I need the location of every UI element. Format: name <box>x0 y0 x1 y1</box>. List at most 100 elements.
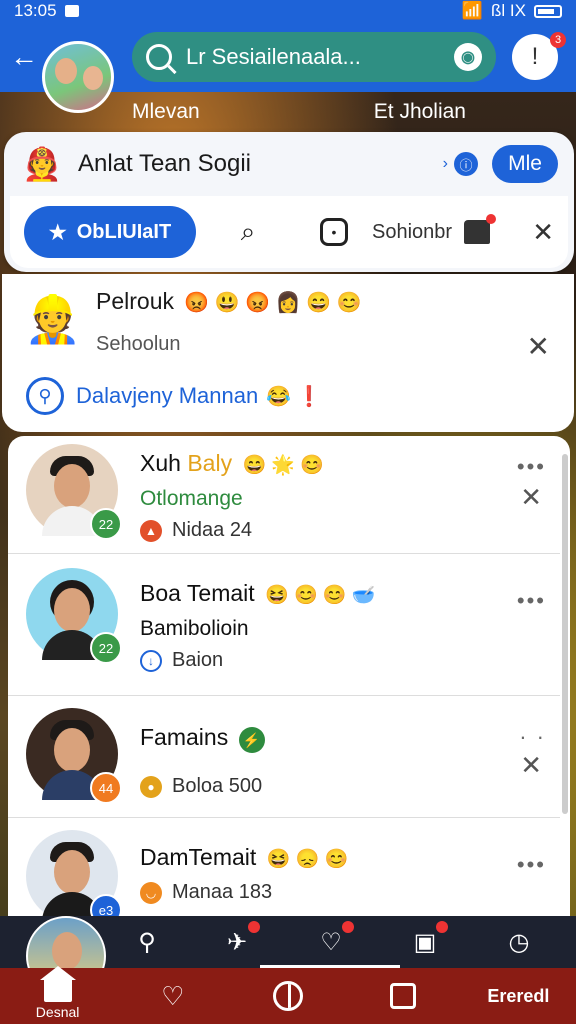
notice-subtitle: Sehoolun <box>96 333 181 355</box>
header-label-left: Mlevan <box>132 100 200 123</box>
lightbulb-icon: ● <box>140 775 162 798</box>
chevron-right-icon[interactable]: › <box>443 155 448 173</box>
nav-square[interactable] <box>353 968 453 1024</box>
contact-avatar[interactable]: 22 <box>26 444 122 540</box>
heart-icon: ♡ <box>161 980 185 1011</box>
contact-row[interactable]: 22 Xuh Baly 😄 🌟 😊 Otlomange ▲ Nidaa 24 •… <box>8 436 560 554</box>
contact-emojis: 😄 🌟 😊 <box>242 455 324 476</box>
contact-avatar[interactable]: 44 <box>26 708 122 804</box>
close-icon[interactable]: ✕ <box>520 482 542 513</box>
contact-avatar[interactable]: 22 <box>26 568 122 664</box>
contact-status: Bamibolioin <box>140 617 249 640</box>
group-name: Anlat Tean Sogii <box>78 150 252 177</box>
nav-favorites[interactable]: ♡ <box>123 968 223 1024</box>
square-icon <box>390 983 417 1009</box>
home-badge-icon[interactable] <box>464 214 497 244</box>
status-bar: 13:05 📶 ßl IX <box>0 0 576 22</box>
notice-link-emoji: 😂 ❗ <box>266 385 322 408</box>
megaphone-icon[interactable]: ✈ <box>222 921 260 957</box>
group-card: 🧑‍🚒 Anlat Tean Sogii › ⓘ Mle ★ ObLIUIaIT… <box>4 132 574 272</box>
battery-icon <box>534 4 562 18</box>
contact-badge: 44 <box>90 772 122 804</box>
nav-right-label: Ereredl <box>487 985 550 1006</box>
quick-tray: ⚲ ✈ ♡ ▣ ◷ <box>0 916 576 996</box>
app-bar: ← Lr Sesiailenaala... ◉ ! 3 <box>0 22 576 113</box>
status-right-text: ßl IX <box>491 1 526 20</box>
contact-name: DamTemait <box>140 844 257 870</box>
clock: 13:05 <box>14 1 57 20</box>
contact-name-highlight: Baly <box>187 450 233 476</box>
more-options-icon[interactable]: · · <box>519 724 546 750</box>
nav-home-label: Desnal <box>35 1004 80 1020</box>
bottom-nav: Desnal ♡ Ereredl <box>0 966 576 1024</box>
info-circle-icon[interactable]: ⓘ <box>454 152 478 176</box>
primary-action-button[interactable]: ★ ObLIUIaIT <box>24 206 196 258</box>
header-label-right: Et Jholian <box>373 100 466 123</box>
contact-emojis: ⚡ <box>238 727 265 753</box>
smile-icon: ◡ <box>140 881 162 904</box>
search-icon <box>146 44 172 70</box>
chat-box-icon[interactable]: • <box>320 218 348 246</box>
secondary-action-label[interactable]: Sohionbr <box>372 221 452 244</box>
search-input[interactable]: Lr Sesiailenaala... <box>186 44 454 70</box>
star-icon: ★ <box>48 221 67 244</box>
notification-badge: 3 <box>550 32 566 48</box>
avatar-face <box>55 58 77 84</box>
mic-icon[interactable]: ◉ <box>454 43 482 71</box>
search-icon[interactable]: ⚲ <box>132 927 162 957</box>
group-emoji-icon: 🧑‍🚒 <box>22 146 62 182</box>
info-icon: ! <box>531 43 539 70</box>
header-sublabels: Mlevan Et Jholian <box>0 92 576 132</box>
contact-name: Xuh <box>140 450 181 476</box>
contact-meta: Nidaa 24 <box>172 519 253 541</box>
contact-badge: 22 <box>90 632 122 664</box>
timer-icon: ↓ <box>140 649 162 672</box>
notice-link[interactable]: ⚲ Dalavjeny Mannan 😂 ❗ <box>26 377 550 415</box>
contact-meta: Manaa 183 <box>172 881 273 903</box>
contact-name: Boa Temait <box>140 580 255 606</box>
nav-right[interactable]: Ereredl <box>468 968 568 1024</box>
notice-link-text: Dalavjeny Mannan <box>76 383 259 408</box>
clock-icon[interactable]: ◷ <box>504 927 534 957</box>
location-pin-icon: ⚲ <box>26 377 64 415</box>
nav-home[interactable]: Desnal <box>8 966 108 1024</box>
notification-icon <box>64 5 79 17</box>
group-actions: ★ ObLIUIaIT ⌕ • Sohionbr ✕ <box>10 196 568 268</box>
contact-status: Otlomange <box>140 487 243 510</box>
wifi-icon: 📶 <box>461 1 484 20</box>
notice-title: Pelrouk <box>96 288 174 314</box>
contact-avatar[interactable]: e3 <box>26 830 122 916</box>
more-options-icon[interactable]: ••• <box>517 588 546 614</box>
contact-badge: 22 <box>90 508 122 540</box>
scrollbar[interactable] <box>562 454 568 814</box>
primary-action-label: ObLIUIaIT <box>76 220 172 243</box>
contact-badge: e3 <box>90 894 122 916</box>
more-options-icon[interactable]: ••• <box>517 852 546 878</box>
fire-icon: ▲ <box>140 519 162 542</box>
notice-title-emojis: 😡 😃 😡 👩 😄 😊 <box>184 292 362 314</box>
contact-row[interactable]: 22 Boa Temait 😆 😊 😊 🥣 Bamibolioin ↓ Baio… <box>8 554 560 696</box>
more-options-icon[interactable]: ••• <box>517 454 546 480</box>
avatar-face <box>83 66 103 90</box>
nav-center[interactable] <box>238 968 338 1024</box>
contact-meta: Baion <box>172 649 224 671</box>
me-button[interactable]: Mle <box>492 145 558 183</box>
contact-name: Famains <box>140 724 229 750</box>
contact-list[interactable]: 22 Xuh Baly 😄 🌟 😊 Otlomange ▲ Nidaa 24 •… <box>8 436 570 916</box>
chat-bubble-icon[interactable]: ♡ <box>316 921 354 957</box>
photo-icon[interactable]: ▣ <box>410 921 448 957</box>
compass-icon <box>272 981 303 1011</box>
contact-row[interactable]: 44 Famains ⚡ ● Boloa 500 · · ✕ <box>8 696 560 818</box>
contact-row[interactable]: e3 DamTemait 😆 😞 😊 ◡ Manaa 183 ••• <box>8 818 560 916</box>
close-icon[interactable]: ✕ <box>527 330 550 363</box>
close-icon[interactable]: ✕ <box>520 750 542 781</box>
back-arrow-icon[interactable]: ← <box>10 41 40 73</box>
home-icon <box>39 966 76 1002</box>
contact-meta: Boloa 500 <box>172 775 263 797</box>
search-bar[interactable]: Lr Sesiailenaala... ◉ <box>132 32 496 82</box>
notice-avatar-icon: 👷 <box>24 292 82 345</box>
close-icon[interactable]: ✕ <box>532 217 554 248</box>
notice-card: 👷 Pelrouk 😡 😃 😡 👩 😄 😊 Sehoolun ✕ ⚲ Dalav… <box>2 274 574 432</box>
notification-button[interactable]: ! 3 <box>512 32 566 80</box>
pin-icon[interactable]: ⌕ <box>230 214 266 250</box>
